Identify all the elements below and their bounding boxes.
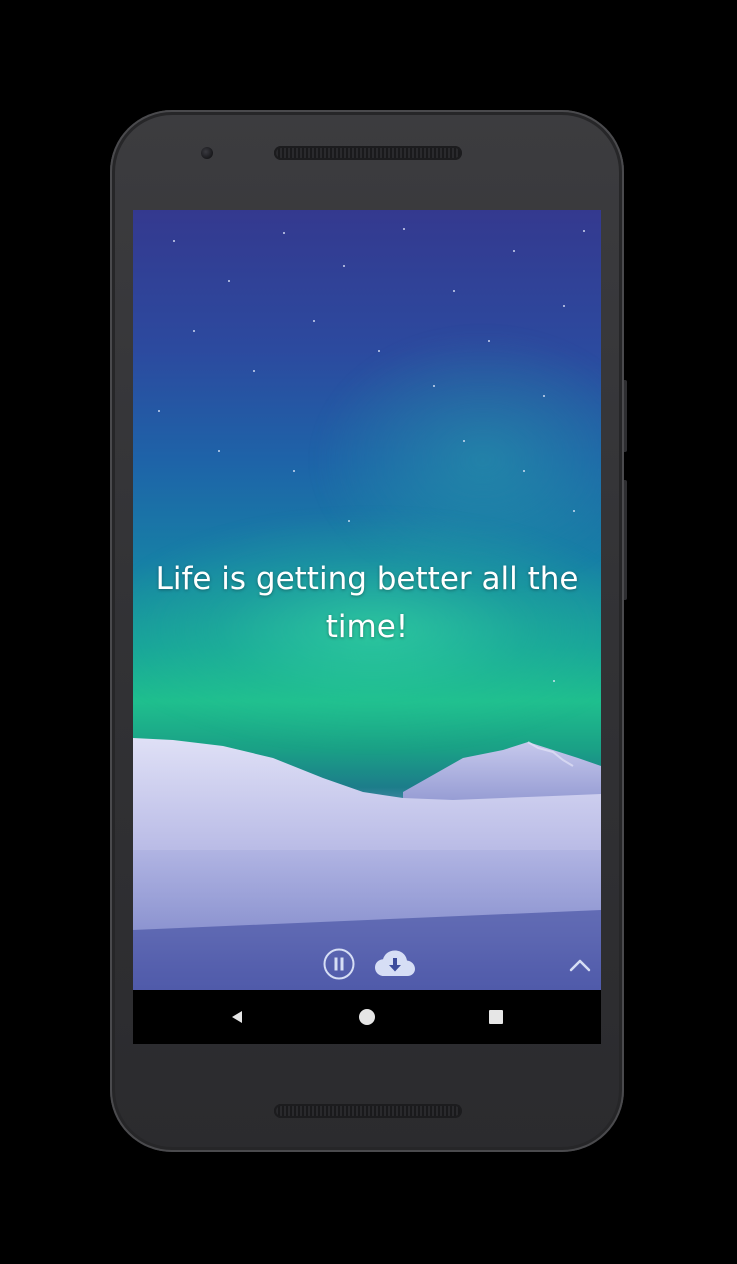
home-button[interactable]: [359, 1009, 375, 1025]
chevron-up-icon: [569, 959, 591, 972]
expand-button[interactable]: [568, 955, 592, 975]
aurora-wallpaper: Life is getting better all the time!: [133, 210, 601, 990]
cloud-download-icon: [375, 950, 415, 976]
front-camera-icon: [201, 147, 213, 159]
back-button[interactable]: [229, 1009, 245, 1025]
pause-circle-icon: [323, 948, 355, 980]
recents-button[interactable]: [489, 1010, 503, 1024]
phone-screen: Life is getting better all the time!: [133, 210, 601, 1044]
download-button[interactable]: [374, 949, 416, 979]
earpiece-speaker: [274, 146, 462, 160]
navigation-bar: [133, 990, 601, 1044]
bottom-speaker: [274, 1104, 462, 1118]
device-stage: Life is getting better all the time!: [0, 0, 737, 1264]
pause-button[interactable]: [323, 948, 355, 980]
back-triangle-icon: [232, 1011, 242, 1023]
quote-text: Life is getting better all the time!: [155, 561, 579, 645]
